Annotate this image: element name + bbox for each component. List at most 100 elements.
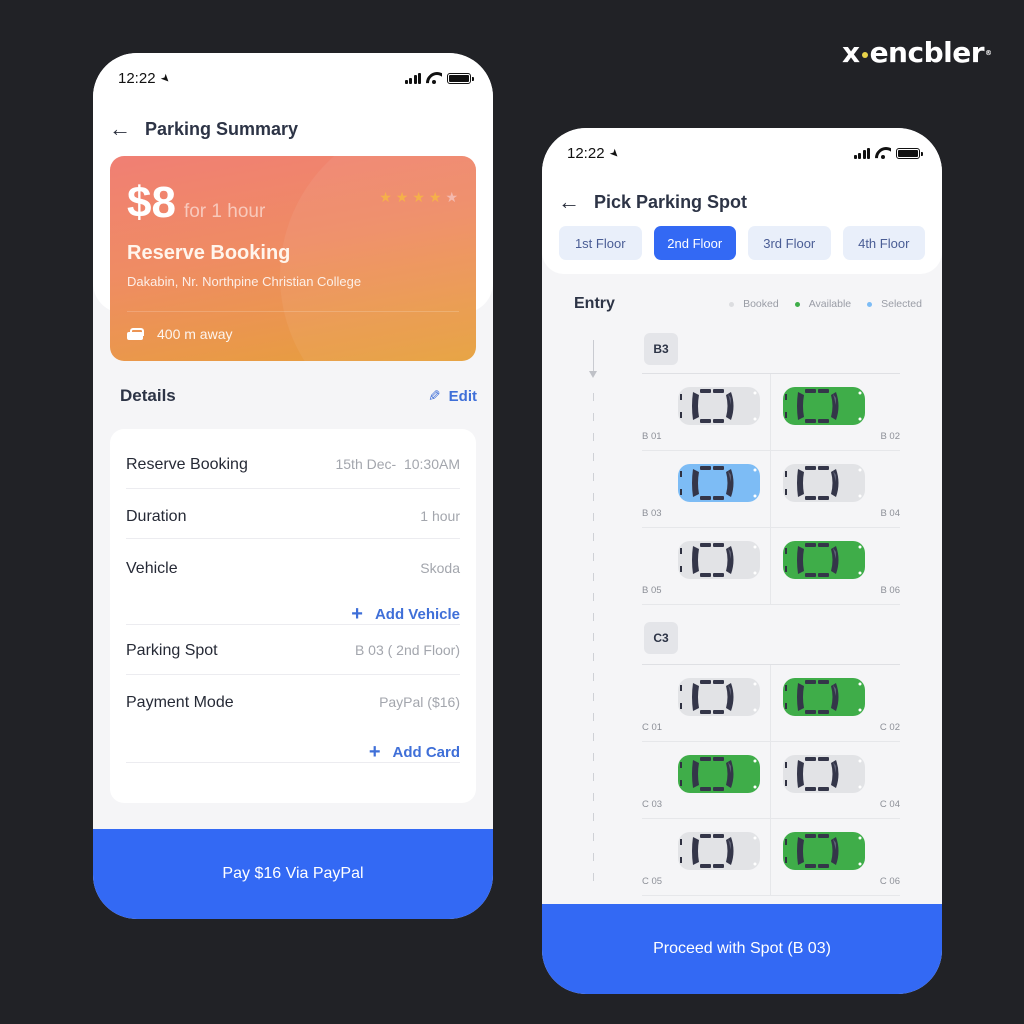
status-time: 12:22 ➤: [118, 69, 173, 87]
plus-icon: +: [351, 603, 363, 625]
details-title: Details: [120, 386, 176, 405]
tab-2nd-floor[interactable]: 2nd Floor: [653, 226, 736, 260]
parking-spot-c04-booked: C 04: [771, 742, 900, 818]
star-filled-icon: ★: [379, 189, 392, 205]
booking-summary-card: $8 for 1 hour ★ ★ ★ ★ ★ Reserve Booking Daka…: [110, 156, 476, 361]
star-filled-icon: ★: [395, 189, 409, 205]
spot-row: C 05 C 06: [642, 819, 900, 896]
detail-row-vehicle: Vehicle Skoda + Add Vehicle: [126, 539, 460, 625]
distance-row: 400 m away: [127, 326, 232, 342]
spot-row: B 01 B 02: [642, 374, 900, 451]
parking-spot-c01-booked: C 01: [642, 665, 771, 741]
spot-label: C 01: [642, 722, 663, 733]
spot-grid-c3: C 01 C 02 C 03 C 04 C 05 C 06: [642, 665, 900, 896]
spot-label: B 05: [642, 585, 662, 596]
pick-spot-screen: 12:22 ➤ ← Pick Parking Spot 1st Floor 2nd…: [542, 128, 942, 994]
add-vehicle-label: Add Vehicle: [374, 605, 460, 623]
detail-row-parking-spot: Parking Spot B 03 ( 2nd Floor): [126, 625, 460, 675]
page-title: Pick Parking Spot: [594, 191, 748, 212]
detail-value: 1 hour: [420, 508, 460, 524]
location-arrow-icon: ➤: [606, 145, 622, 161]
spot-label: B 01: [642, 431, 662, 442]
battery-icon: [447, 72, 474, 84]
status-icons: [853, 147, 923, 159]
add-card-button[interactable]: + Add Card: [369, 742, 460, 762]
zone-badge-b3: B3: [644, 333, 678, 365]
parking-spot-b01-booked: B 01: [642, 374, 771, 450]
proceed-button[interactable]: Proceed with Spot (B 03): [542, 904, 942, 994]
rating-stars: ★ ★ ★ ★ ★: [379, 190, 458, 204]
legend-label: Available: [808, 298, 852, 310]
entry-label: Entry: [574, 295, 615, 312]
floor-tabs: 1st Floor 2nd Floor 3rd Floor 4th Floor: [542, 226, 942, 260]
status-bar: 12:22 ➤: [93, 53, 493, 103]
wifi-icon: [426, 72, 442, 84]
registered-mark: ®: [985, 48, 992, 57]
parking-spot-c03-available[interactable]: C 03: [642, 742, 771, 818]
star-filled-icon: ★: [412, 189, 425, 205]
legend-available: Available: [794, 298, 852, 310]
arrow-down-icon: [589, 371, 597, 378]
brand-name: encbler: [869, 36, 985, 69]
detail-label: Parking Spot: [126, 642, 218, 659]
distance-text: 400 m away: [157, 326, 233, 342]
price-row: $8 for 1 hour: [127, 178, 265, 228]
tab-1st-floor[interactable]: 1st Floor: [559, 226, 642, 260]
arrow-left-icon[interactable]: ←: [109, 116, 131, 141]
legend: Booked Available Selected: [729, 298, 922, 310]
detail-label: Duration: [126, 508, 187, 525]
detail-row-reserve-booking: Reserve Booking 15th Dec- 10:30AM: [126, 429, 460, 489]
parking-summary-screen: 12:22 ➤ ← Parking Summary $8 for 1 hour ★…: [93, 53, 493, 919]
tab-4th-floor[interactable]: 4th Floor: [842, 226, 925, 260]
parking-spot-b02-available[interactable]: B 02: [771, 374, 900, 450]
brand-dot-icon: [861, 51, 868, 58]
parking-spot-b06-available[interactable]: B 06: [771, 528, 900, 604]
legend-dot-icon: [729, 301, 735, 307]
detail-value: PayPal ($16): [379, 694, 460, 710]
wifi-icon: [875, 147, 891, 159]
entry-row: Entry Booked Available Selected: [574, 295, 922, 313]
location-arrow-icon: ➤: [157, 70, 173, 86]
brand-x: x: [842, 36, 860, 69]
parking-spot-c05-booked: C 05: [642, 819, 771, 895]
parking-spot-b03-selected[interactable]: B 03: [642, 451, 771, 527]
time-text: 12:22: [567, 144, 605, 162]
entry-line: [593, 340, 594, 372]
legend-label: Selected: [881, 298, 922, 310]
parking-spot-c02-available[interactable]: C 02: [771, 665, 900, 741]
spot-label: C 02: [879, 722, 900, 733]
parking-spot-c06-available[interactable]: C 06: [771, 819, 900, 895]
header: ← Parking Summary: [93, 103, 493, 155]
time-text: 12:22: [118, 69, 156, 87]
star-empty-icon: ★: [445, 189, 458, 205]
signal-icon: [853, 147, 870, 159]
taxi-icon: [127, 327, 144, 341]
price: $8: [127, 178, 176, 227]
page-title: Parking Summary: [145, 118, 299, 139]
status-icons: [404, 72, 474, 84]
spot-row: C 01 C 02: [642, 665, 900, 742]
edit-button[interactable]: ✎ Edit: [428, 387, 477, 406]
spot-row: C 03 C 04: [642, 742, 900, 819]
price-period: for 1 hour: [183, 201, 266, 222]
card-divider: [127, 311, 459, 312]
detail-label: Reserve Booking: [126, 456, 248, 473]
star-filled-icon: ★: [428, 189, 442, 205]
brand-logo: x encbler ®: [842, 36, 992, 69]
spot-label: C 04: [879, 799, 900, 810]
pay-button[interactable]: Pay $16 Via PayPal: [93, 829, 493, 919]
tab-3rd-floor[interactable]: 3rd Floor: [748, 226, 831, 260]
detail-value: 15th Dec- 10:30AM: [335, 456, 460, 472]
add-card-label: Add Card: [392, 743, 461, 761]
zone-badge-c3: C3: [644, 622, 678, 654]
top-bar: 12:22 ➤ ← Pick Parking Spot 1st Floor 2nd…: [542, 128, 942, 274]
add-vehicle-button[interactable]: + Add Vehicle: [351, 604, 460, 624]
detail-row-duration: Duration 1 hour: [126, 489, 460, 539]
parking-spot-b04-booked: B 04: [771, 451, 900, 527]
spot-grid-b3: B 01 B 02 B 03 B 04 B 05 B 06: [642, 374, 900, 605]
header: ← Pick Parking Spot: [542, 178, 942, 226]
arrow-left-icon[interactable]: ←: [558, 189, 580, 214]
spot-label: B 04: [880, 508, 900, 519]
spot-label: C 03: [642, 799, 663, 810]
spot-label: B 02: [880, 431, 900, 442]
